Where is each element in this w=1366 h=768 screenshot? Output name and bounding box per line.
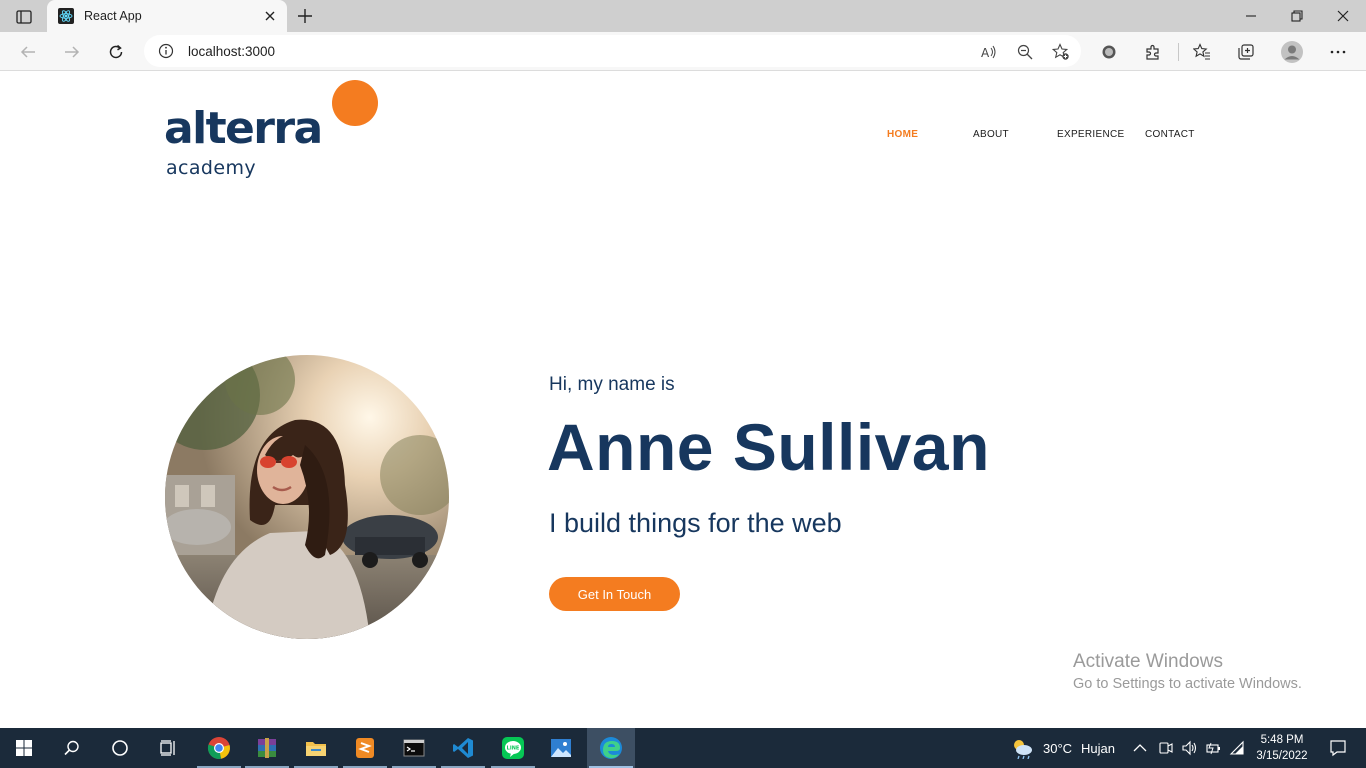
svg-text:A: A bbox=[981, 46, 990, 60]
url-text[interactable]: localhost:3000 bbox=[188, 44, 275, 59]
forward-icon[interactable] bbox=[62, 42, 82, 62]
zoom-out-icon[interactable] bbox=[1016, 43, 1034, 61]
logo-orange-dot bbox=[332, 80, 378, 126]
winrar-icon[interactable] bbox=[243, 728, 291, 768]
add-favorite-icon[interactable] bbox=[1051, 43, 1070, 61]
taskbar: LINE 30°C Hujan 5:48 PM 3/15/2022 bbox=[0, 728, 1366, 768]
info-icon[interactable] bbox=[158, 43, 174, 59]
file-explorer-icon[interactable] bbox=[292, 728, 340, 768]
wifi-icon[interactable] bbox=[1226, 728, 1248, 768]
search-icon[interactable] bbox=[48, 728, 96, 768]
clock-date: 3/15/2022 bbox=[1256, 750, 1308, 762]
nav-about[interactable]: ABOUT bbox=[973, 129, 1009, 140]
read-aloud-icon[interactable]: A bbox=[980, 43, 998, 61]
restore-icon[interactable] bbox=[1288, 7, 1306, 25]
cortana-icon[interactable] bbox=[96, 728, 144, 768]
tab-actions-icon[interactable] bbox=[10, 7, 38, 27]
sublime-text-icon[interactable] bbox=[341, 728, 389, 768]
browser-tab[interactable]: React App bbox=[47, 0, 287, 32]
react-icon bbox=[58, 8, 74, 24]
more-menu-icon[interactable] bbox=[1328, 42, 1348, 62]
browser-toolbar: localhost:3000 A bbox=[0, 32, 1366, 71]
hero-greeting: Hi, my name is bbox=[549, 374, 675, 395]
address-bar[interactable]: localhost:3000 A bbox=[144, 35, 1081, 67]
extension-circle-icon[interactable] bbox=[1099, 42, 1119, 62]
terminal-icon[interactable] bbox=[390, 728, 438, 768]
nav-home[interactable]: HOME bbox=[887, 129, 918, 140]
windows-start-icon[interactable] bbox=[0, 728, 48, 768]
tab-strip: React App bbox=[0, 0, 1366, 32]
weather-temperature[interactable]: 30°C bbox=[1043, 741, 1072, 756]
edge-icon[interactable] bbox=[587, 728, 635, 768]
profile-avatar-icon[interactable] bbox=[1280, 40, 1304, 64]
meet-now-icon[interactable] bbox=[1154, 728, 1176, 768]
toolbar-divider bbox=[1178, 43, 1179, 61]
tab-title: React App bbox=[84, 9, 142, 23]
close-tab-icon[interactable] bbox=[262, 8, 278, 24]
notifications-icon[interactable] bbox=[1318, 728, 1358, 768]
watermark-title: Activate Windows bbox=[1073, 651, 1223, 672]
refresh-icon[interactable] bbox=[106, 42, 126, 62]
activate-windows-watermark: Activate Windows Go to Settings to activ… bbox=[1073, 651, 1302, 692]
battery-icon[interactable] bbox=[1202, 728, 1224, 768]
minimize-icon[interactable] bbox=[1242, 7, 1260, 25]
weather-condition[interactable]: Hujan bbox=[1081, 741, 1115, 756]
favorites-icon[interactable] bbox=[1192, 42, 1212, 62]
system-clock[interactable]: 5:48 PM 3/15/2022 bbox=[1251, 732, 1313, 764]
extensions-icon[interactable] bbox=[1143, 42, 1163, 62]
vscode-icon[interactable] bbox=[439, 728, 487, 768]
volume-icon[interactable] bbox=[1178, 728, 1200, 768]
close-window-icon[interactable] bbox=[1334, 7, 1352, 25]
profile-photo bbox=[165, 355, 449, 639]
photos-icon[interactable] bbox=[537, 728, 585, 768]
chrome-icon[interactable] bbox=[195, 728, 243, 768]
weather-icon[interactable] bbox=[1000, 728, 1044, 768]
collections-icon[interactable] bbox=[1236, 42, 1256, 62]
back-icon[interactable] bbox=[18, 42, 38, 62]
logo-subtitle: academy bbox=[166, 157, 257, 179]
hero-name: Anne Sullivan bbox=[547, 410, 990, 484]
get-in-touch-button[interactable]: Get In Touch bbox=[549, 577, 680, 611]
task-view-icon[interactable] bbox=[144, 728, 192, 768]
chevron-up-icon[interactable] bbox=[1129, 728, 1151, 768]
new-tab-icon[interactable] bbox=[296, 7, 314, 25]
nav-contact[interactable]: CONTACT bbox=[1145, 129, 1195, 140]
site-logo[interactable]: alterra academy bbox=[164, 80, 384, 195]
logo-wordmark: alterra bbox=[164, 103, 323, 154]
nav-experience[interactable]: EXPERIENCE bbox=[1057, 129, 1124, 140]
watermark-subtitle: Go to Settings to activate Windows. bbox=[1073, 676, 1302, 692]
svg-text:LINE: LINE bbox=[507, 746, 520, 752]
page-content: alterra academy HOME ABOUT EXPERIENCE CO… bbox=[0, 71, 1366, 728]
profile-photo-illustration bbox=[165, 355, 449, 639]
line-icon[interactable]: LINE bbox=[489, 728, 537, 768]
hero-tagline: I build things for the web bbox=[549, 508, 842, 538]
clock-time: 5:48 PM bbox=[1260, 734, 1304, 746]
